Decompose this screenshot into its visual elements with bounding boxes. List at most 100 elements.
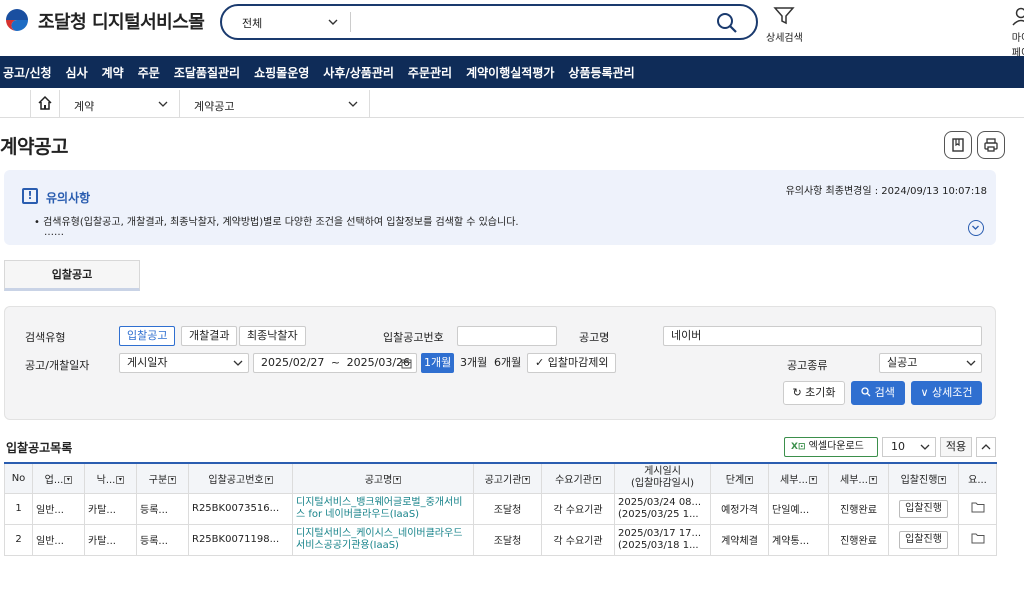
sort-icon: ▾ bbox=[808, 475, 817, 484]
nav-item[interactable]: 심사 bbox=[66, 64, 88, 81]
nav-item[interactable]: 계약 bbox=[102, 64, 124, 81]
search-panel: 검색유형 입찰공고 개찰결과 최종낙찰자 입찰공고번호 공고명 네이버 공고/개… bbox=[4, 306, 996, 420]
column-header[interactable]: 공고기관 ▾ bbox=[473, 462, 542, 494]
sort-icon: ▾ bbox=[745, 475, 754, 484]
notice-title: 유의사항 bbox=[46, 191, 91, 205]
column-header[interactable]: 업... ▾ bbox=[32, 462, 85, 494]
column-header-label: 구분 bbox=[148, 474, 168, 486]
site-logo[interactable]: 조달청 디지털서비스몰 bbox=[0, 6, 205, 36]
column-header[interactable]: 요... bbox=[958, 462, 997, 494]
cell-stage: 예정가격 bbox=[710, 492, 769, 525]
notice-number-label: 입찰공고번호 bbox=[383, 331, 444, 344]
column-header[interactable]: 구분 ▾ bbox=[136, 462, 189, 494]
filter-icon bbox=[773, 7, 796, 25]
detail-conditions-button[interactable]: ∨ 상세조건 bbox=[911, 381, 982, 405]
date-range-input[interactable]: 2025/02/27 ~ 2025/03/26 bbox=[253, 353, 417, 373]
cell-detail2: 진행완료 bbox=[828, 492, 889, 525]
breadcrumb-level1-label: 계약 bbox=[74, 100, 95, 113]
exclude-closed-toggle[interactable]: ✓ 입찰마감제외 bbox=[527, 353, 617, 373]
mypage-button[interactable]: 마이페이 bbox=[1010, 6, 1024, 59]
search-button[interactable]: 검색 bbox=[851, 381, 905, 405]
cell-notice-name-link[interactable]: 디지털서비스_케이시스_네이버클라우드서비스공공기관용(IaaS) bbox=[292, 523, 474, 556]
column-header[interactable]: 세부... ▾ bbox=[768, 462, 829, 494]
period-3-months[interactable]: 3개월 bbox=[457, 353, 490, 373]
search-type-opening-result[interactable]: 개찰결과 bbox=[181, 326, 238, 346]
nav-item[interactable]: 계약이행실적평가 bbox=[466, 64, 554, 81]
chevron-down-icon[interactable] bbox=[326, 15, 340, 29]
notice-name-input[interactable]: 네이버 bbox=[663, 326, 982, 346]
nav-item[interactable]: 조달품질관리 bbox=[174, 64, 240, 81]
notice-number-input[interactable] bbox=[457, 326, 557, 346]
cell-stage: 계약체결 bbox=[710, 523, 769, 556]
check-icon: ✓ bbox=[535, 356, 545, 369]
bid-progress-button[interactable]: 입찰진행 bbox=[899, 530, 948, 549]
cell-demand-agency: 각 수요기관 bbox=[541, 523, 615, 556]
chevron-down-icon: ∨ bbox=[920, 386, 929, 399]
cell-agency: 조달청 bbox=[473, 523, 542, 556]
expand-notice-button[interactable] bbox=[968, 220, 984, 236]
breadcrumb-level1-select[interactable]: 계약 bbox=[60, 90, 180, 118]
bid-progress-button[interactable]: 입찰진행 bbox=[899, 499, 948, 518]
column-header[interactable]: 공고명 ▾ bbox=[292, 462, 474, 494]
print-button[interactable] bbox=[977, 131, 1005, 159]
date-type-select[interactable]: 게시일자 bbox=[119, 353, 249, 373]
excel-icon: X⊡ bbox=[791, 442, 806, 452]
chevron-down-icon bbox=[920, 444, 930, 450]
cell-no: 1 bbox=[4, 492, 33, 525]
home-icon bbox=[38, 95, 52, 110]
period-1-month[interactable]: 1개월 bbox=[421, 353, 455, 373]
search-scope-select[interactable]: 전체 bbox=[242, 15, 262, 31]
calendar-icon[interactable] bbox=[401, 358, 412, 369]
nav-item[interactable]: 주문관리 bbox=[408, 64, 452, 81]
nav-item[interactable]: 사후/상품관리 bbox=[323, 64, 394, 81]
excel-download-button[interactable]: X⊡ 엑셀다운로드 bbox=[784, 437, 878, 457]
period-6-months[interactable]: 6개월 bbox=[491, 353, 524, 373]
column-header[interactable]: 입찰공고번호 ▾ bbox=[188, 462, 293, 494]
breadcrumb-level2-select[interactable]: 계약공고 bbox=[180, 90, 370, 118]
folder-icon[interactable] bbox=[971, 532, 985, 544]
chevron-down-icon bbox=[348, 101, 358, 107]
table-row[interactable]: 2 일반... 카탈... 등록... R25BK0071198... 디지털서… bbox=[4, 523, 997, 556]
apply-button[interactable]: 적용 bbox=[940, 437, 972, 457]
column-header[interactable]: 게시일시 (입찰마감일시) bbox=[614, 462, 711, 494]
collapse-list-button[interactable] bbox=[976, 437, 996, 457]
reset-button[interactable]: ↻ 초기화 bbox=[783, 381, 845, 405]
search-input[interactable] bbox=[358, 10, 718, 34]
cell-agency: 조달청 bbox=[473, 492, 542, 525]
column-header[interactable]: 단계 ▾ bbox=[710, 462, 769, 494]
table-row[interactable]: 1 일반... 카탈... 등록... R25BK0073516... 디지털서… bbox=[4, 492, 997, 525]
cell-business-type: 일반... bbox=[32, 492, 85, 525]
exclamation-icon: ! bbox=[22, 188, 38, 204]
nav-item[interactable]: 상품등록관리 bbox=[568, 64, 634, 81]
rows-per-page-value: 10 bbox=[891, 440, 905, 453]
nav-item[interactable]: 공고/신청 bbox=[3, 64, 52, 81]
column-header[interactable]: No bbox=[4, 462, 33, 494]
notice-text: • 검색유형(입찰공고, 개찰결과, 최종낙찰자, 계약방법)별로 다양한 조건… bbox=[34, 217, 519, 228]
column-header[interactable]: 세부... ▾ bbox=[828, 462, 889, 494]
tab-bid-notice[interactable]: 입찰공고 bbox=[4, 260, 140, 291]
cell-notice-name-link[interactable]: 디지털서비스_뱅크웨어글로벌_중개서비스 for 네이버클라우드(IaaS) bbox=[292, 492, 474, 525]
sort-icon: ▾ bbox=[116, 475, 125, 484]
closing-date: (2025/03/25 1... bbox=[618, 508, 699, 520]
column-header[interactable]: 낙... ▾ bbox=[84, 462, 137, 494]
nav-item[interactable]: 주문 bbox=[138, 64, 160, 81]
cell-category: 등록... bbox=[136, 492, 189, 525]
column-header[interactable]: 입찰진행 ▾ bbox=[888, 462, 959, 494]
search-icon[interactable] bbox=[716, 12, 738, 34]
home-button[interactable] bbox=[30, 90, 60, 118]
column-header-label: 업... bbox=[44, 474, 64, 486]
government-emblem-icon bbox=[2, 6, 32, 36]
nav-item[interactable]: 쇼핑몰운영 bbox=[254, 64, 309, 81]
column-header[interactable]: 수요기관 ▾ bbox=[541, 462, 615, 494]
site-header: 조달청 디지털서비스몰 전체 상세검색 마이페이 bbox=[0, 0, 1024, 59]
detail-search-button[interactable]: 상세검색 bbox=[766, 6, 803, 44]
manual-button[interactable] bbox=[944, 131, 972, 159]
search-type-bid-notice[interactable]: 입찰공고 bbox=[119, 326, 176, 346]
reset-label: 초기화 bbox=[805, 386, 836, 399]
rows-per-page-select[interactable]: 10 bbox=[882, 437, 936, 457]
main-navigation: 공고/신청 심사 계약 주문 조달품질관리 쇼핑몰운영 사후/상품관리 주문관리… bbox=[0, 56, 1024, 88]
search-label: 검색 bbox=[874, 386, 895, 399]
search-type-final-winner[interactable]: 최종낙찰자 bbox=[239, 326, 306, 346]
folder-icon[interactable] bbox=[971, 501, 985, 513]
notice-kind-select[interactable]: 실공고 bbox=[879, 353, 982, 373]
